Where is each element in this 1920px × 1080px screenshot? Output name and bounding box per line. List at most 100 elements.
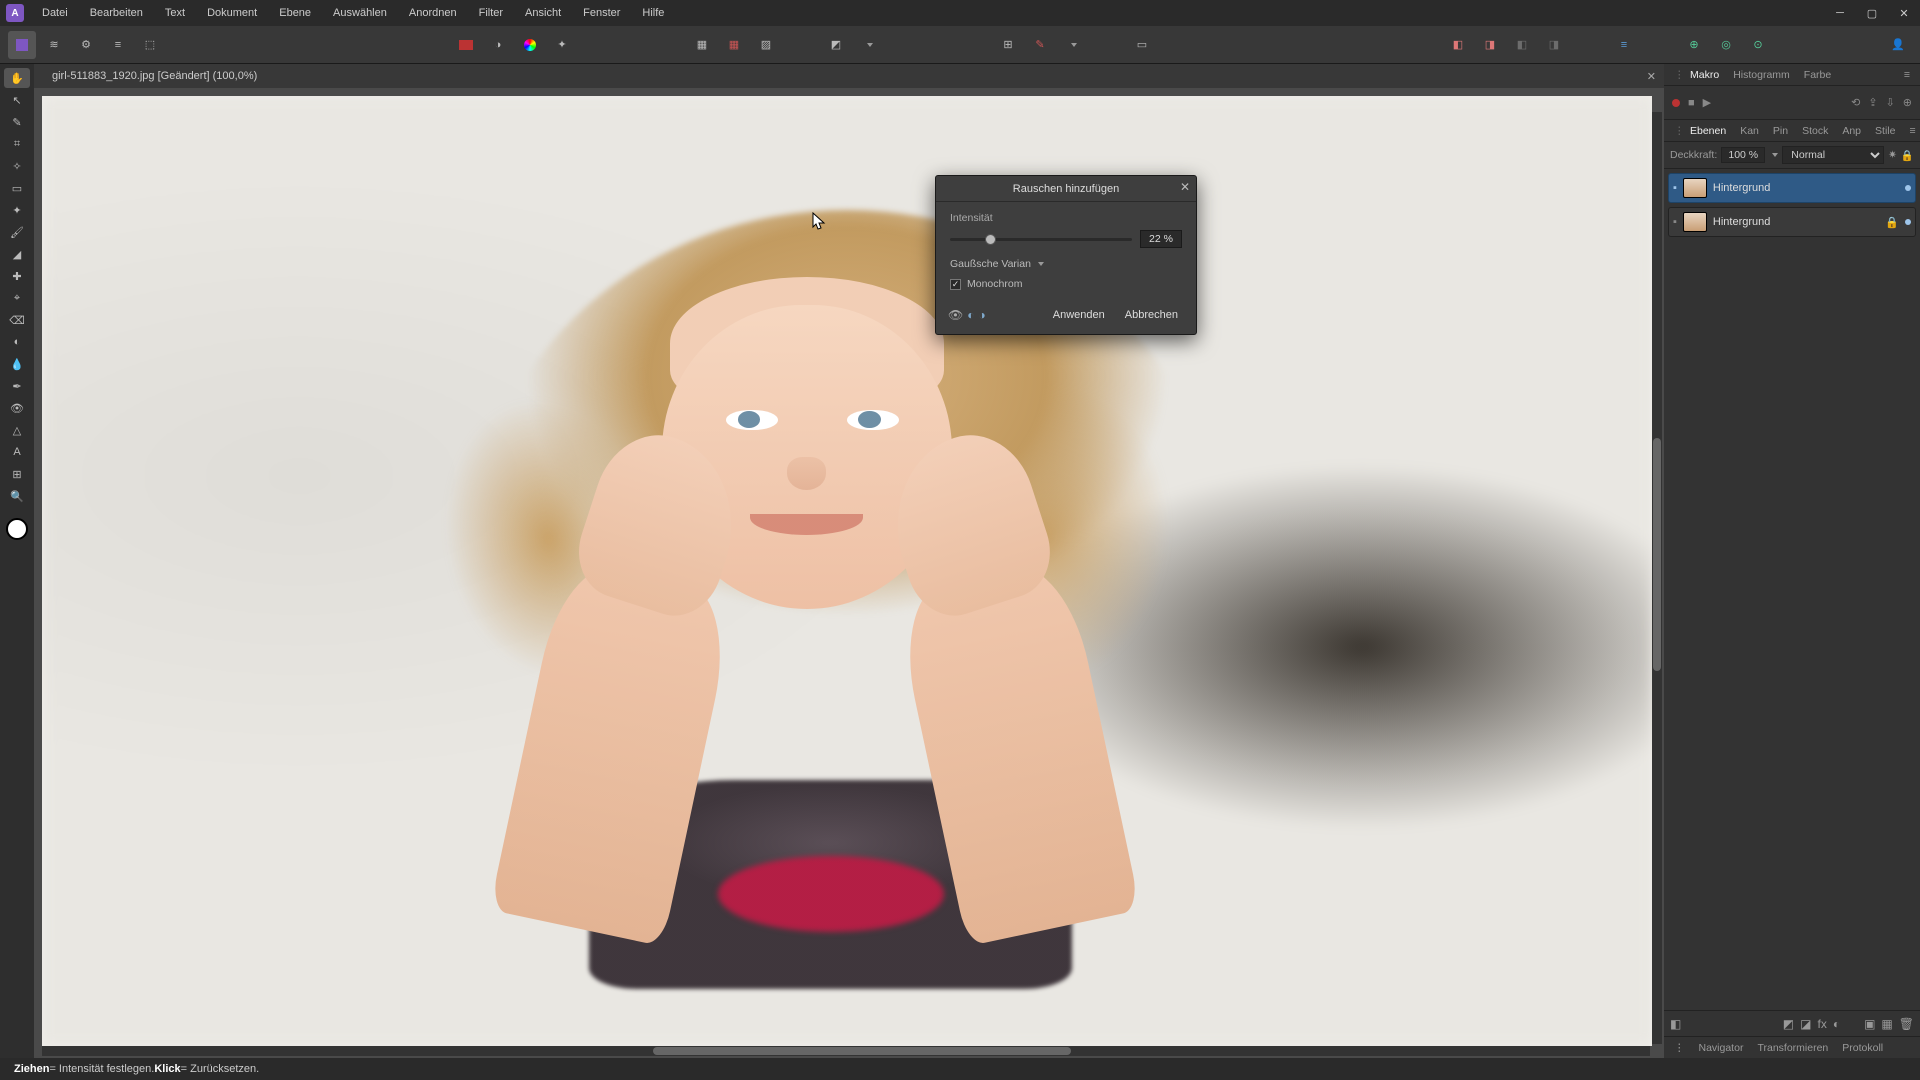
- group-layers-icon[interactable]: ▣: [1864, 1017, 1875, 1031]
- macro-record-icon[interactable]: [1672, 99, 1680, 107]
- canvas-viewport[interactable]: [34, 88, 1664, 1058]
- healing-brush-tool-icon[interactable]: ✚: [4, 266, 30, 286]
- color-wheel-icon[interactable]: [516, 31, 544, 59]
- horizontal-scrollbar[interactable]: [42, 1046, 1650, 1056]
- red-eye-tool-icon[interactable]: 👁: [4, 398, 30, 418]
- align-icon[interactable]: ≡: [1610, 31, 1638, 59]
- arrange-backward-icon[interactable]: ◨: [1540, 31, 1568, 59]
- layer-checkbox-icon[interactable]: ▪: [1673, 182, 1677, 194]
- monochrome-checkbox[interactable]: ✓: [950, 279, 961, 290]
- tab-pin[interactable]: Pin: [1767, 123, 1794, 139]
- window-close-icon[interactable]: ✕: [1888, 0, 1920, 26]
- blend-mode-select[interactable]: Normal: [1782, 146, 1884, 164]
- menu-filter[interactable]: Filter: [469, 3, 513, 23]
- dialog-close-icon[interactable]: ✕: [1180, 180, 1190, 194]
- menu-bearbeiten[interactable]: Bearbeiten: [80, 3, 153, 23]
- menu-ebene[interactable]: Ebene: [269, 3, 321, 23]
- add-adjustment-icon[interactable]: ◩: [1783, 1017, 1794, 1031]
- menu-anordnen[interactable]: Anordnen: [399, 3, 467, 23]
- tab-stock[interactable]: Stock: [1796, 123, 1834, 139]
- macro-play-icon[interactable]: ▶: [1703, 96, 1711, 109]
- clone-brush-tool-icon[interactable]: ⌖: [4, 288, 30, 308]
- panel-menu-icon[interactable]: ≡: [1898, 67, 1916, 83]
- vertical-scrollbar[interactable]: [1652, 112, 1662, 1044]
- color-picker-tool-icon[interactable]: ✎: [4, 112, 30, 132]
- horizontal-scroll-thumb[interactable]: [653, 1047, 1071, 1055]
- persona-develop-icon[interactable]: ⚙: [72, 31, 100, 59]
- preview-off-icon[interactable]: 👁: [948, 308, 963, 322]
- blur-brush-tool-icon[interactable]: 💧: [4, 354, 30, 374]
- auto-icon[interactable]: ✦: [548, 31, 576, 59]
- add-layer-icon[interactable]: ⊕: [1680, 31, 1708, 59]
- fill-tool-icon[interactable]: ◢: [4, 244, 30, 264]
- tab-protokoll[interactable]: Protokoll: [1836, 1040, 1889, 1056]
- macro-export-icon[interactable]: ⇪: [1868, 96, 1877, 109]
- menu-ansicht[interactable]: Ansicht: [515, 3, 571, 23]
- opacity-field[interactable]: 100 %: [1721, 147, 1765, 163]
- selection-brush-tool-icon[interactable]: ✧: [4, 156, 30, 176]
- menu-text[interactable]: Text: [155, 3, 195, 23]
- move-tool-icon[interactable]: ↖: [4, 90, 30, 110]
- shape-tool-icon[interactable]: △: [4, 420, 30, 440]
- persona-export-icon[interactable]: ⬚: [136, 31, 164, 59]
- invert-icon[interactable]: ◑: [484, 31, 512, 59]
- layer-fx-icon[interactable]: ✷: [1888, 149, 1897, 161]
- crop-tool-icon[interactable]: ⌗: [4, 134, 30, 154]
- menu-fenster[interactable]: Fenster: [573, 3, 630, 23]
- document-canvas[interactable]: [42, 96, 1652, 1046]
- tab-histogramm[interactable]: Histogramm: [1727, 67, 1796, 83]
- quick-mask-icon[interactable]: ◩: [822, 31, 850, 59]
- intensity-slider-thumb[interactable]: [985, 234, 996, 245]
- arrange-front-icon[interactable]: ◧: [1444, 31, 1472, 59]
- add-fx-icon[interactable]: fx: [1817, 1017, 1826, 1031]
- paint-brush-tool-icon[interactable]: 🖌: [4, 222, 30, 242]
- flood-select-tool-icon[interactable]: ✦: [4, 200, 30, 220]
- foreground-color-swatch[interactable]: [6, 518, 28, 540]
- opacity-dropdown-icon[interactable]: [1772, 153, 1778, 157]
- tab-ebenen[interactable]: Ebenen: [1684, 123, 1732, 139]
- hand-tool-icon[interactable]: ✋: [4, 68, 30, 88]
- macro-stop-icon[interactable]: ■: [1688, 97, 1695, 109]
- intensity-slider[interactable]: [950, 238, 1132, 241]
- marquee-tool-icon[interactable]: ▭: [4, 178, 30, 198]
- distribution-dropdown[interactable]: Gaußsche Varian: [950, 258, 1182, 270]
- layer-lock-icon[interactable]: 🔒: [1901, 149, 1914, 162]
- cancel-button[interactable]: Abbrechen: [1119, 306, 1184, 324]
- add-mask-icon[interactable]: ◐: [1833, 1017, 1840, 1031]
- layer-row[interactable]: ▪ Hintergrund 🔒: [1668, 207, 1916, 237]
- apply-button[interactable]: Anwenden: [1047, 306, 1111, 324]
- dialog-titlebar[interactable]: Rauschen hinzufügen ✕: [936, 176, 1196, 202]
- tab-transformieren[interactable]: Transformieren: [1751, 1040, 1834, 1056]
- add-live-filter-icon[interactable]: ◪: [1800, 1017, 1811, 1031]
- add-mask-icon[interactable]: ◎: [1712, 31, 1740, 59]
- lock-icon[interactable]: 🔒: [1885, 216, 1899, 229]
- document-tab-close-icon[interactable]: ✕: [1647, 70, 1664, 83]
- layer-link-icon[interactable]: [1905, 219, 1911, 225]
- crop-toggle-icon[interactable]: ⊞: [994, 31, 1022, 59]
- menu-dokument[interactable]: Dokument: [197, 3, 267, 23]
- tab-stile[interactable]: Stile: [1869, 123, 1901, 139]
- macro-import-icon[interactable]: ⇩: [1886, 96, 1895, 109]
- delete-layer-icon[interactable]: 🗑: [1899, 1017, 1914, 1031]
- document-tab[interactable]: girl-511883_1920.jpg [Geändert] (100,0%): [42, 67, 267, 85]
- camera-icon[interactable]: ▭: [1128, 31, 1156, 59]
- arrange-back-icon[interactable]: ◨: [1476, 31, 1504, 59]
- vertical-scroll-thumb[interactable]: [1653, 438, 1661, 671]
- intensity-value-field[interactable]: 22 %: [1140, 230, 1182, 248]
- menu-hilfe[interactable]: Hilfe: [632, 3, 674, 23]
- panel-handle-icon[interactable]: ⋮: [1668, 120, 1680, 142]
- refine-icon[interactable]: ✎: [1026, 31, 1054, 59]
- menu-datei[interactable]: Datei: [32, 3, 78, 23]
- persona-photo-icon[interactable]: [8, 31, 36, 59]
- layer-row[interactable]: ▪ Hintergrund: [1668, 173, 1916, 203]
- macro-add-icon[interactable]: ⊕: [1903, 96, 1912, 109]
- quick-mask-dropdown-icon[interactable]: [854, 31, 882, 59]
- panel-handle-icon[interactable]: ⋮: [1668, 64, 1680, 86]
- erase-brush-tool-icon[interactable]: ⌫: [4, 310, 30, 330]
- tab-farbe[interactable]: Farbe: [1798, 67, 1837, 83]
- selection-new-icon[interactable]: ▦: [688, 31, 716, 59]
- arrange-forward-icon[interactable]: ◧: [1508, 31, 1536, 59]
- preview-split-icon[interactable]: ◐: [967, 308, 974, 322]
- window-minimize-icon[interactable]: ─: [1824, 0, 1856, 26]
- tab-anp[interactable]: Anp: [1836, 123, 1867, 139]
